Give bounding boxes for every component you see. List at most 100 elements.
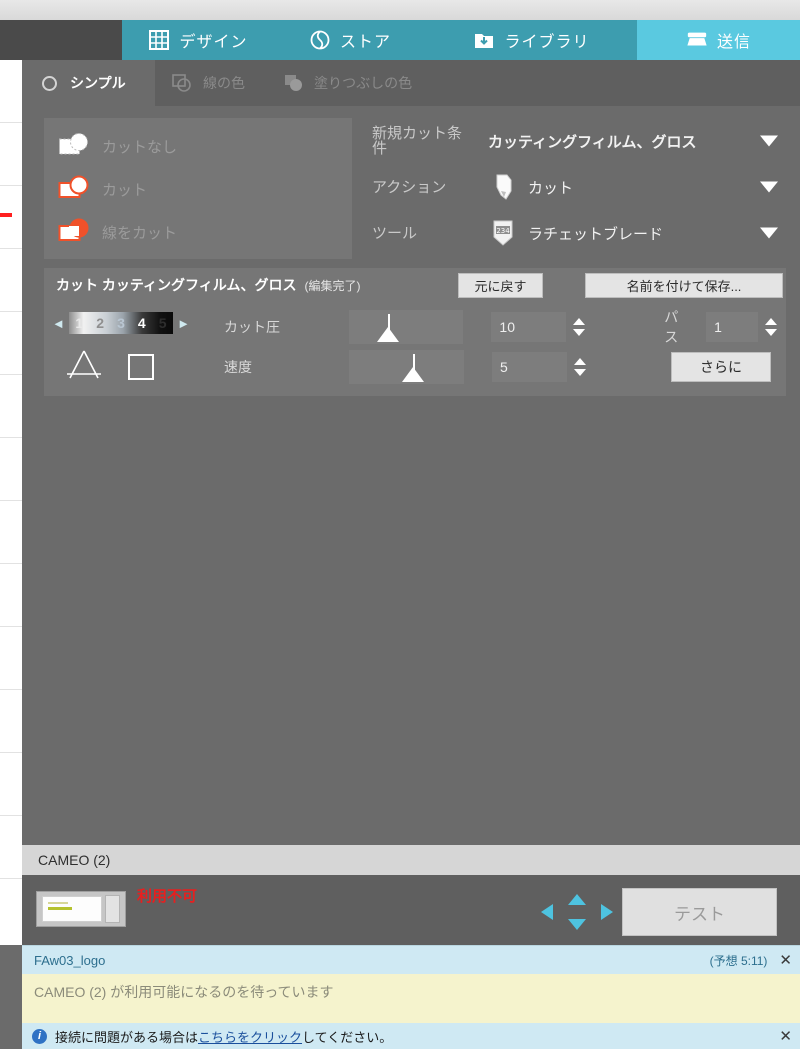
send-panel: シンプル 線の色 塗りつぶしの色 カットなし カット 線をカット 新規カット条 … — [22, 60, 800, 945]
condition-title: カット カッティングフィルム、グロス — [56, 277, 297, 293]
cut-mode-no-cut[interactable]: カットなし — [44, 126, 352, 166]
stepper-up-icon[interactable] — [573, 318, 586, 325]
dropdown-action[interactable]: カット — [482, 167, 786, 207]
job-notification: FAw03_logo (予想 5:11) ✕ CAMEO (2) が利用可能にな… — [22, 945, 800, 1023]
more-options-button[interactable]: さらに — [671, 352, 771, 382]
depth-1[interactable]: 1 — [75, 316, 83, 330]
dropdown-tool-value: ラチェットブレード — [528, 225, 664, 243]
condition-editor-card: カット カッティングフィルム、グロス (編集完了) 元に戻す 名前を付けて保存.… — [44, 268, 786, 396]
tab-fill-color-label: 塗りつぶしの色 — [314, 75, 413, 91]
nav-tab-library-label: ライブラリ — [504, 34, 590, 51]
field-cut-condition-label: 新規カット条 件 — [372, 126, 482, 156]
ratchet-blade-icon: 234 — [488, 219, 518, 247]
param-speed-label: 速度 — [224, 359, 252, 375]
cutter-icon — [686, 29, 708, 51]
tab-line-color[interactable]: 線の色 — [155, 60, 268, 106]
save-as-button[interactable]: 名前を付けて保存... — [585, 273, 783, 298]
depth-3[interactable]: 3 — [117, 316, 125, 330]
depth-5[interactable]: 5 — [159, 316, 167, 330]
device-name-bar: CAMEO (2) — [22, 845, 800, 875]
dropdown-action-value: カット — [528, 179, 574, 197]
nav-tab-store-label: ストア — [339, 34, 391, 51]
fill-color-icon — [284, 73, 304, 93]
tab-simple[interactable]: シンプル — [22, 60, 155, 106]
arrow-left-icon[interactable]: ◄ — [52, 317, 65, 330]
circle-outline-icon — [38, 73, 60, 93]
slider-speed[interactable] — [349, 350, 464, 384]
cut-edge-icon — [58, 217, 92, 247]
cut-mode-no-cut-label: カットなし — [102, 138, 178, 156]
stepper-down-icon[interactable] — [573, 329, 586, 336]
job-name: FAw03_logo — [34, 952, 106, 968]
stepper-up-icon[interactable] — [765, 318, 778, 325]
field-tool: ツール 234 ラチェットブレード — [372, 210, 786, 256]
nav-tab-design[interactable]: デザイン — [122, 20, 274, 60]
cut-mode-cut-label: カット — [102, 181, 148, 199]
input-pass-value[interactable]: 1 — [706, 312, 759, 342]
cut-mode-list: カットなし カット 線をカット — [44, 118, 352, 259]
condition-editor-body: ◄ 1 2 3 4 5 ► カット圧 10 パス 1 速度 5 さらに — [44, 302, 786, 396]
param-row-force: カット圧 10 パス 1 — [224, 308, 780, 346]
param-row-speed: 速度 5 さらに — [224, 348, 780, 386]
option-tab-bar: シンプル 線の色 塗りつぶしの色 — [22, 60, 800, 106]
info-icon: i — [32, 1028, 47, 1044]
dropdown-cut-condition[interactable]: カッティングフィルム、グロス — [482, 121, 786, 161]
field-cut-condition: 新規カット条 件 カッティングフィルム、グロス — [372, 118, 786, 164]
field-tool-label: ツール — [372, 224, 418, 242]
nav-tab-send[interactable]: 送信 — [637, 20, 800, 60]
condition-fields: 新規カット条 件 カッティングフィルム、グロス アクション カット ツール 23… — [372, 118, 786, 256]
tab-fill-color[interactable]: 塗りつぶしの色 — [268, 60, 423, 106]
chevron-down-icon — [760, 135, 778, 147]
info-prefix: 接続に問題がある場合は — [55, 1029, 199, 1045]
grid-icon — [148, 29, 170, 51]
line-color-icon — [171, 73, 193, 93]
input-force-value[interactable]: 10 — [491, 312, 567, 342]
nav-tab-store[interactable]: ストア — [274, 20, 426, 60]
dropdown-cut-condition-value: カッティングフィルム、グロス — [488, 133, 697, 151]
blade-angle-icon — [62, 348, 106, 387]
test-button[interactable]: テスト — [622, 888, 777, 936]
cut-icon — [58, 174, 92, 204]
dropdown-tool[interactable]: 234 ラチェットブレード — [482, 213, 786, 253]
blade-icon — [488, 173, 518, 201]
input-speed-value[interactable]: 5 — [492, 352, 567, 382]
stepper-pass[interactable] — [762, 312, 780, 342]
svg-text:234: 234 — [496, 227, 510, 235]
pass-label: パス — [664, 309, 679, 345]
slider-force[interactable] — [348, 310, 464, 344]
cut-mode-cut[interactable]: カット — [44, 169, 352, 209]
blade-diagram-group — [62, 346, 192, 388]
stepper-force[interactable] — [570, 312, 588, 342]
device-name: CAMEO (2) — [38, 852, 111, 868]
job-eta: (予想 5:11) — [709, 953, 768, 968]
depth-2[interactable]: 2 — [96, 316, 104, 330]
close-icon[interactable]: ✕ — [779, 1029, 792, 1044]
cut-mode-cut-edge[interactable]: 線をカット — [44, 212, 352, 252]
condition-title-note: (編集完了) — [304, 278, 361, 293]
chevron-down-icon — [760, 181, 778, 193]
close-icon[interactable]: ✕ — [779, 953, 792, 968]
stepper-down-icon[interactable] — [574, 369, 586, 376]
field-action-label: アクション — [372, 178, 447, 196]
blade-depth-selector[interactable]: ◄ 1 2 3 4 5 ► — [52, 310, 190, 336]
stepper-down-icon[interactable] — [765, 329, 778, 336]
tab-line-color-label: 線の色 — [203, 75, 245, 91]
param-force-label: カット圧 — [224, 319, 280, 335]
undo-button[interactable]: 元に戻す — [458, 273, 543, 298]
dpad-arrows-icon[interactable] — [540, 893, 614, 931]
job-notification-message: CAMEO (2) が利用可能になるのを待っています — [34, 984, 334, 1000]
connection-help-link[interactable]: こちらをクリック — [198, 1030, 302, 1045]
nav-tab-library[interactable]: ライブラリ — [426, 20, 637, 60]
stepper-speed[interactable] — [571, 352, 589, 382]
window-top-strip — [0, 0, 800, 20]
cutter-device-icon — [36, 891, 126, 927]
no-cut-icon — [58, 131, 92, 161]
nav-tab-send-label: 送信 — [716, 34, 751, 51]
arrow-right-icon[interactable]: ► — [177, 317, 190, 330]
stepper-up-icon[interactable] — [574, 358, 586, 365]
depth-4[interactable]: 4 — [138, 316, 146, 330]
store-icon — [309, 29, 331, 51]
tab-simple-label: シンプル — [70, 75, 126, 91]
blade-depth-strip[interactable]: 1 2 3 4 5 — [68, 312, 174, 334]
left-ruler-rail — [0, 60, 22, 945]
